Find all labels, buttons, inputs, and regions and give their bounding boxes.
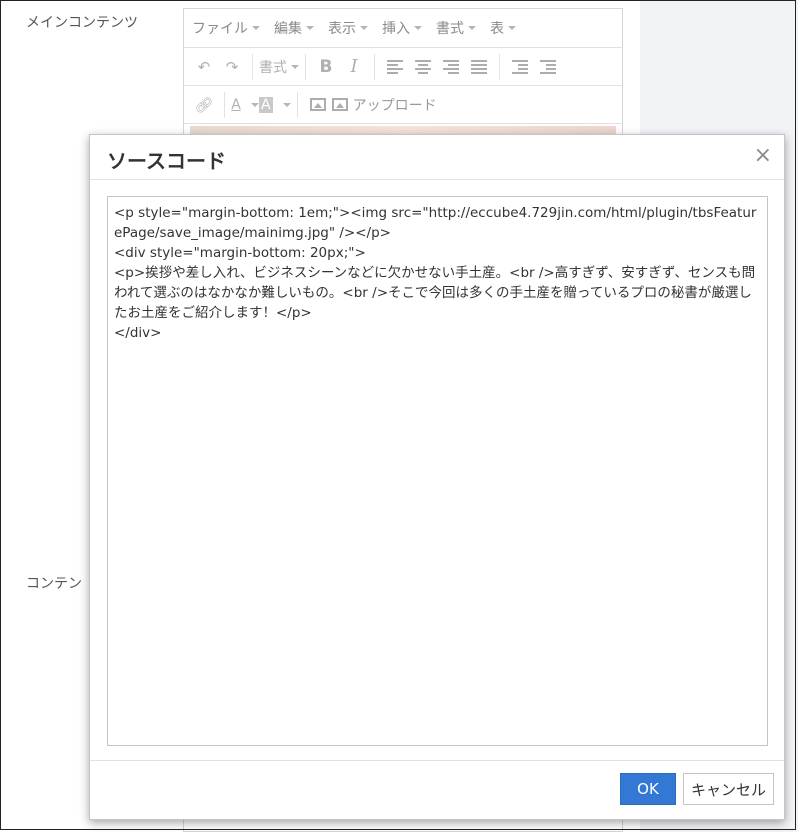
- menu-table-label: 表: [490, 21, 504, 37]
- link-icon: 🔗︎: [194, 95, 214, 114]
- outdent-icon: [512, 59, 528, 74]
- chevron-down-icon: [414, 26, 422, 30]
- chevron-down-icon: [468, 26, 476, 30]
- italic-button[interactable]: I: [340, 54, 368, 80]
- redo-button[interactable]: ↷: [218, 54, 246, 80]
- link-button[interactable]: 🔗︎: [190, 92, 218, 118]
- dialog-title: ソースコード: [107, 149, 226, 173]
- editor-menubar: ファイル 編集 表示 挿入 書式 表: [184, 9, 622, 48]
- menu-format[interactable]: 書式: [436, 18, 476, 38]
- image-upload-icon: [331, 98, 348, 111]
- indent-button[interactable]: [534, 54, 562, 80]
- align-left-button[interactable]: [381, 54, 409, 80]
- toolbar-divider: [499, 53, 500, 80]
- menu-file-label: ファイル: [192, 21, 248, 37]
- menu-edit-label: 編集: [274, 21, 302, 37]
- close-icon[interactable]: ×: [754, 145, 772, 167]
- redo-icon: ↷: [225, 57, 239, 76]
- italic-icon: I: [350, 56, 358, 77]
- chevron-down-icon: [291, 64, 299, 69]
- align-left-icon: [387, 59, 403, 74]
- menu-view-label: 表示: [328, 21, 356, 37]
- dialog-header: ソースコード ×: [90, 135, 784, 180]
- toolbar-divider: [224, 91, 225, 118]
- menu-view[interactable]: 表示: [328, 18, 368, 38]
- cancel-button[interactable]: キャンセル: [683, 773, 774, 805]
- align-right-button[interactable]: [437, 54, 465, 80]
- outdent-button[interactable]: [506, 54, 534, 80]
- chevron-down-icon: [306, 26, 314, 30]
- align-justify-icon: [471, 59, 487, 74]
- image-icon: [309, 98, 326, 111]
- align-right-icon: [443, 59, 459, 74]
- toolbar-divider: [252, 53, 253, 80]
- upload-button[interactable]: アップロード: [331, 92, 437, 118]
- toolbar-divider: [296, 91, 298, 118]
- text-color-icon: A: [231, 96, 241, 113]
- text-color-button[interactable]: A: [231, 92, 259, 118]
- menu-insert-label: 挿入: [382, 21, 410, 37]
- toolbar-divider: [374, 53, 375, 80]
- format-dropdown-label: 書式: [259, 59, 287, 76]
- main-content-label: メインコンテンツ: [26, 15, 138, 31]
- chevron-down-icon: [360, 26, 368, 30]
- background-color-icon: A: [259, 96, 273, 113]
- background-color-button[interactable]: A: [259, 92, 291, 118]
- chevron-down-icon: [282, 102, 291, 107]
- insert-image-button[interactable]: [304, 92, 332, 118]
- dialog-body: <p style="margin-bottom: 1em;"><img src=…: [107, 196, 768, 746]
- toolbar-divider: [305, 53, 306, 80]
- editor-toolbar-row-2: 🔗︎ A A アップロード: [184, 86, 622, 124]
- chevron-down-icon: [250, 102, 259, 107]
- source-code-textarea[interactable]: <p style="margin-bottom: 1em;"><img src=…: [107, 196, 768, 746]
- upload-label: アップロード: [352, 97, 437, 114]
- align-center-icon: [415, 59, 431, 74]
- align-justify-button[interactable]: [465, 54, 493, 80]
- menu-edit[interactable]: 編集: [274, 18, 314, 38]
- ok-button[interactable]: OK: [620, 773, 676, 805]
- indent-icon: [540, 59, 556, 74]
- source-code-dialog: ソースコード × <p style="margin-bottom: 1em;">…: [89, 134, 785, 820]
- chevron-down-icon: [252, 26, 260, 30]
- chevron-down-icon: [508, 26, 516, 30]
- menu-table[interactable]: 表: [490, 18, 516, 38]
- menu-format-label: 書式: [436, 21, 464, 37]
- editor-toolbar-row-1: ↶ ↷ 書式 B I: [184, 48, 622, 86]
- undo-button[interactable]: ↶: [190, 54, 218, 80]
- dialog-footer: OK キャンセル: [90, 760, 784, 819]
- format-dropdown[interactable]: 書式: [259, 54, 299, 80]
- menu-insert[interactable]: 挿入: [382, 18, 422, 38]
- content-label: コンテン: [26, 576, 82, 592]
- bold-button[interactable]: B: [312, 54, 340, 80]
- bold-icon: B: [319, 56, 333, 77]
- menu-file[interactable]: ファイル: [192, 18, 260, 38]
- align-center-button[interactable]: [409, 54, 437, 80]
- undo-icon: ↶: [197, 57, 211, 76]
